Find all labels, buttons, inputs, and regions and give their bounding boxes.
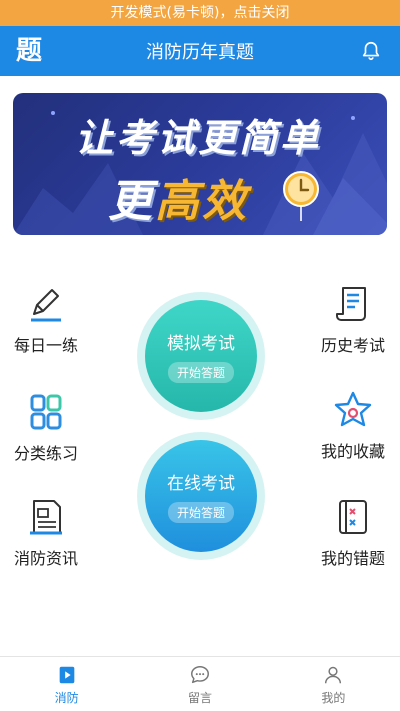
mock-exam-start-button[interactable]: 开始答题	[167, 362, 234, 383]
grid-icon	[30, 394, 62, 430]
category-practice-item[interactable]: 分类练习	[13, 392, 79, 464]
mock-exam-title: 模拟考试	[167, 334, 235, 354]
tab-mine[interactable]: 我的	[267, 657, 400, 711]
bell-icon[interactable]	[360, 40, 382, 62]
app-header: 题 消防历年真题	[0, 26, 400, 76]
my-mistakes-item[interactable]: 我的错题	[319, 497, 387, 569]
daily-practice-item[interactable]: 每日一练	[13, 284, 79, 356]
scroll-icon	[336, 287, 366, 321]
news-icon	[30, 500, 62, 535]
exam-doc-icon	[59, 666, 74, 684]
online-exam-circle[interactable]: 在线考试 开始答题	[137, 432, 265, 560]
clock-icon	[283, 171, 319, 221]
banner-line-1: 让考试更简单	[75, 116, 322, 160]
category-practice-label: 分类练习	[13, 444, 78, 463]
pencil-icon	[31, 289, 61, 322]
my-mistakes-label: 我的错题	[320, 549, 385, 568]
banner-line-2-white: 更	[108, 176, 155, 227]
my-favorites-item[interactable]: 我的收藏	[319, 390, 387, 462]
daily-practice-label: 每日一练	[13, 336, 78, 355]
banner-line-2: 更高效	[108, 165, 249, 229]
user-icon	[325, 666, 342, 684]
dev-mode-bar[interactable]: 开发模式(易卡顿)，点击关闭	[0, 0, 400, 26]
online-exam-start-button[interactable]: 开始答题	[167, 502, 234, 523]
tab-fire[interactable]: 消防	[0, 657, 133, 711]
online-exam-button[interactable]: 在线考试 开始答题	[145, 440, 257, 552]
star-icon	[334, 391, 372, 427]
banner[interactable]: 让考试更简单 更高效	[13, 93, 387, 235]
banner-line-2-yellow: 高效	[155, 176, 249, 227]
history-exam-item[interactable]: 历史考试	[319, 284, 387, 356]
my-favorites-label: 我的收藏	[320, 442, 385, 461]
tab-mine-label: 我的	[321, 691, 346, 705]
app-logo: 题	[16, 36, 43, 66]
history-exam-label: 历史考试	[320, 336, 385, 355]
fire-news-label: 消防资讯	[13, 549, 78, 568]
fire-news-item[interactable]: 消防资讯	[13, 497, 79, 569]
mock-exam-button[interactable]: 模拟考试 开始答题	[145, 300, 257, 412]
tab-fire-label: 消防	[54, 691, 79, 705]
wrong-notebook-icon	[339, 500, 367, 534]
chat-icon	[191, 666, 209, 684]
online-exam-title: 在线考试	[167, 474, 235, 494]
page-title: 消防历年真题	[146, 42, 254, 63]
tab-message[interactable]: 留言	[133, 657, 266, 711]
bottom-tab-bar: 消防 留言 我的	[0, 656, 400, 711]
mock-exam-circle[interactable]: 模拟考试 开始答题	[137, 292, 265, 420]
tab-message-label: 留言	[187, 691, 212, 705]
